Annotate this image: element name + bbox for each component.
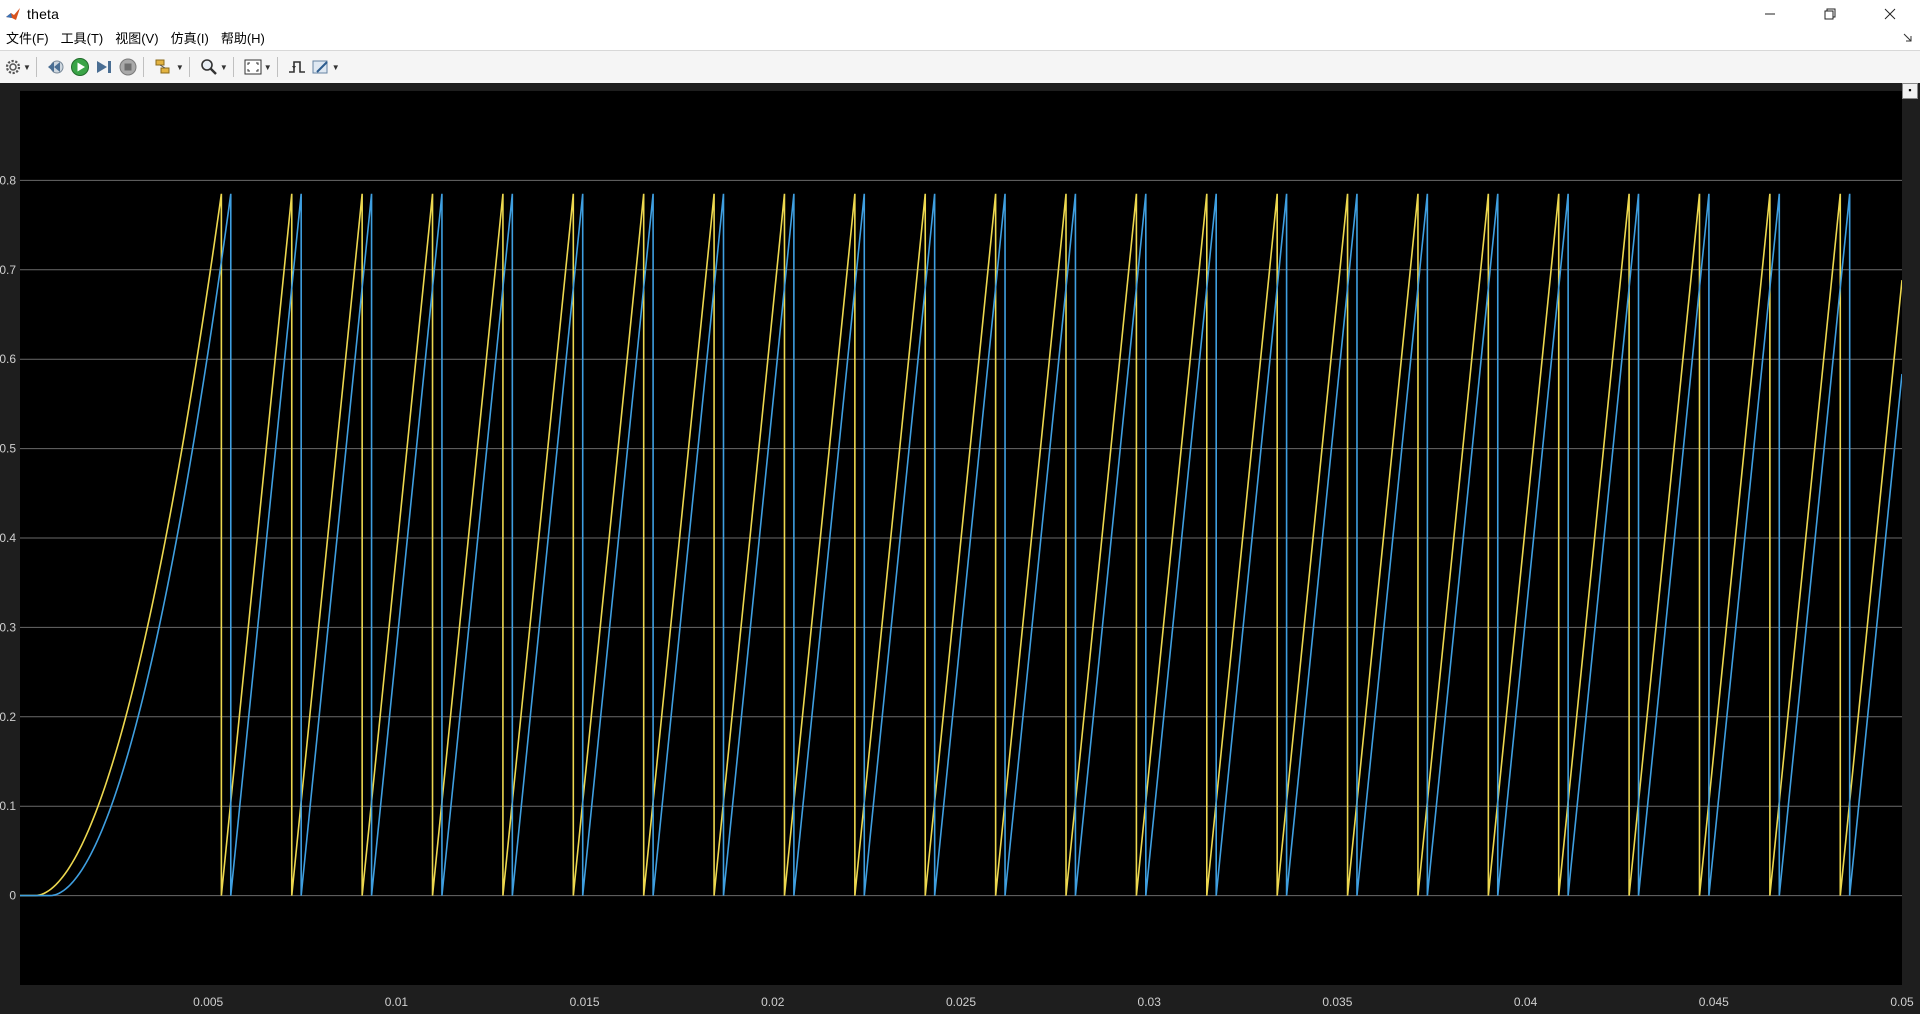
- y-tick-label-2: 0.2: [0, 710, 16, 724]
- y-tick-label-5: 0.5: [0, 442, 16, 456]
- close-icon: [1884, 8, 1896, 20]
- fit-icon: [244, 59, 262, 75]
- style-caret-icon: ▼: [331, 62, 340, 72]
- menu-bar: 文件(F) 工具(T) 视图(V) 仿真(I) 帮助(H): [0, 28, 1920, 50]
- y-tick-label-1: 0.1: [0, 799, 16, 813]
- menu-simulation[interactable]: 仿真(I): [165, 28, 215, 50]
- fit-to-view-button[interactable]: ▼: [243, 55, 272, 79]
- step-back-button[interactable]: [46, 55, 66, 79]
- x-tick-label-3: 0.02: [761, 995, 785, 1009]
- step-back-icon: [47, 60, 64, 74]
- restore-button[interactable]: [1800, 0, 1860, 28]
- settings-button[interactable]: ▼: [4, 55, 31, 79]
- x-tick-label-5: 0.03: [1138, 995, 1162, 1009]
- x-tick-label-2: 0.015: [570, 995, 600, 1009]
- minimize-icon: [1765, 13, 1775, 15]
- step-forward-button[interactable]: [94, 55, 114, 79]
- step-forward-icon: [96, 61, 111, 73]
- scope-plot[interactable]: 0 0.1 0.2 0.3 0.4 0.5 0.6 0.7 0.8 0.005 0.01 0.015 0…: [0, 83, 1920, 1014]
- close-button[interactable]: [1860, 0, 1920, 28]
- menu-tools[interactable]: 工具(T): [55, 28, 110, 50]
- x-tick-label-0: 0.005: [193, 995, 223, 1009]
- trigger-button[interactable]: [287, 55, 307, 79]
- x-tick-label-1: 0.01: [385, 995, 409, 1009]
- toolbar: ▼ ▼ ▼ ▼ ▼: [0, 50, 1920, 84]
- minimize-button[interactable]: [1740, 0, 1800, 28]
- menu-view[interactable]: 视图(V): [109, 28, 164, 50]
- matlab-app-icon: [6, 8, 20, 20]
- highlight-icon: [155, 59, 170, 74]
- x-tick-label-8: 0.045: [1699, 995, 1729, 1009]
- x-tick-label-7: 0.04: [1514, 995, 1538, 1009]
- scope-display[interactable]: 0 0.1 0.2 0.3 0.4 0.5 0.6 0.7 0.8 0.005 0.01 0.015 0…: [0, 83, 1920, 1014]
- y-tick-label-0: 0: [9, 889, 16, 903]
- toolbar-separator: [188, 57, 190, 77]
- toolbar-separator: [142, 57, 144, 77]
- trigger-icon: [288, 61, 305, 73]
- restore-icon: [1824, 8, 1836, 20]
- stop-button[interactable]: [118, 55, 138, 79]
- style-button[interactable]: ▼: [311, 55, 340, 79]
- toolbar-separator: [232, 57, 234, 77]
- play-icon: [70, 58, 89, 76]
- stop-icon: [119, 58, 137, 76]
- run-button[interactable]: [70, 55, 90, 79]
- y-tick-label-7: 0.7: [0, 263, 16, 277]
- window-controls: [1740, 0, 1920, 28]
- x-tick-label-4: 0.025: [946, 995, 976, 1009]
- dock-arrow-icon[interactable]: [1902, 31, 1914, 45]
- window-title: theta: [27, 6, 60, 22]
- toolbar-separator: [276, 57, 278, 77]
- y-tick-label-6: 0.6: [0, 352, 16, 366]
- settings-caret-icon: ▼: [23, 62, 31, 72]
- style-icon: [312, 60, 328, 74]
- toolbar-separator: [35, 57, 37, 77]
- y-tick-label-3: 0.3: [0, 620, 16, 634]
- zoom-button[interactable]: ▼: [199, 55, 228, 79]
- y-tick-label-8: 0.8: [0, 173, 16, 187]
- x-tick-label-6: 0.035: [1322, 995, 1352, 1009]
- highlight-button[interactable]: ▼: [153, 55, 184, 79]
- zoom-caret-icon: ▼: [219, 62, 228, 72]
- highlight-caret-icon: ▼: [175, 62, 184, 72]
- zoom-icon: [201, 59, 217, 75]
- menu-file[interactable]: 文件(F): [0, 28, 55, 50]
- gear-icon: [5, 59, 21, 75]
- x-tick-label-9: 0.05: [1890, 995, 1914, 1009]
- y-tick-label-4: 0.4: [0, 531, 16, 545]
- expand-legend-button[interactable]: ▪: [1902, 83, 1918, 99]
- fit-caret-icon: ▼: [263, 62, 272, 72]
- title-bar: theta: [0, 0, 1920, 28]
- scope-window: theta 文件(F) 工具(T) 视图(V) 仿真(I) 帮助(H) ▼ ▼ …: [0, 0, 1920, 1014]
- menu-help[interactable]: 帮助(H): [215, 28, 271, 50]
